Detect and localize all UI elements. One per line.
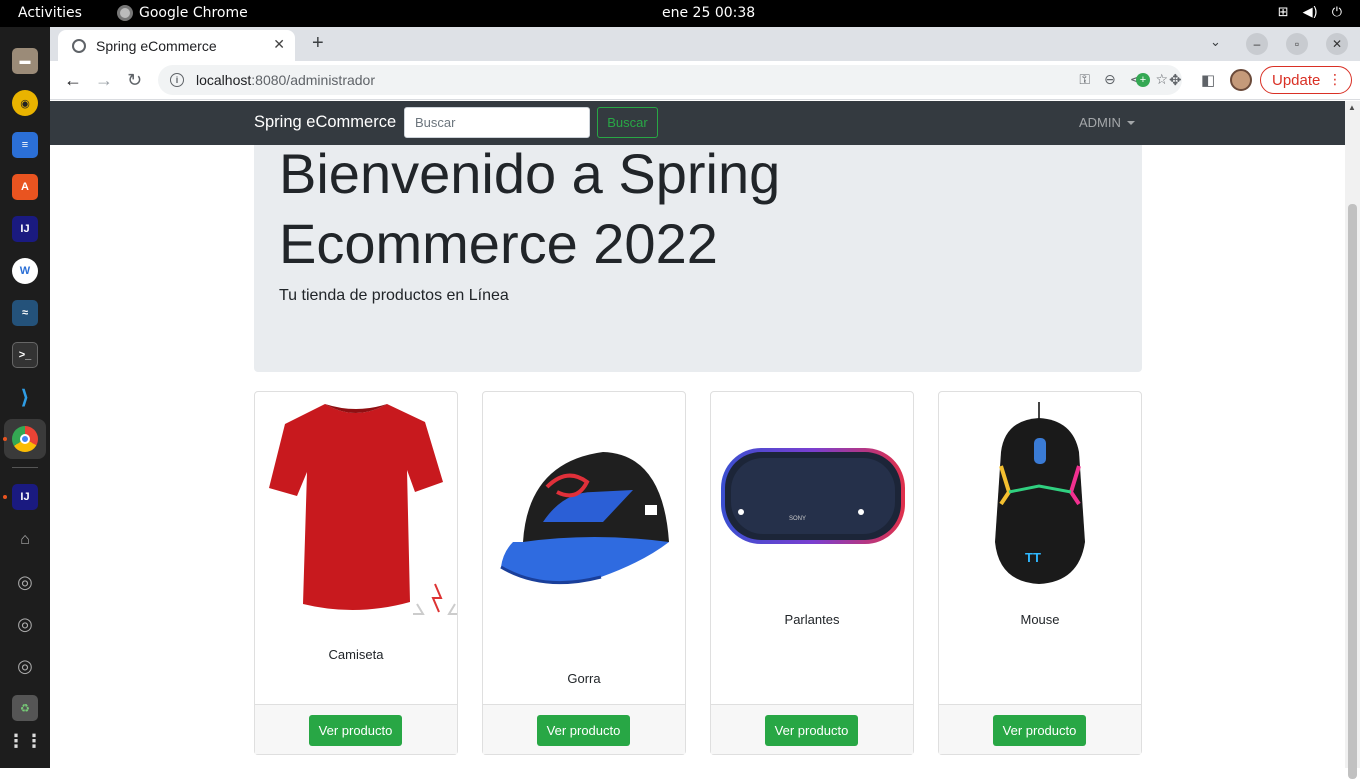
product-name: Gorra (567, 671, 601, 686)
files-icon[interactable]: ▬ (12, 48, 38, 74)
search-button[interactable]: Buscar (597, 107, 658, 138)
mysql-workbench-icon[interactable]: ≈ (12, 300, 38, 326)
update-label: Update (1272, 71, 1321, 89)
show-apps-icon[interactable]: ⋮⋮ (7, 728, 43, 754)
card-footer: Ver producto (939, 704, 1141, 754)
software-center-icon[interactable]: A (12, 174, 38, 200)
minimize-button[interactable]: – (1246, 33, 1268, 55)
system-top-bar: Activities Google Chrome ene 25 00:38 ⊞ … (0, 0, 1360, 27)
view-product-button[interactable]: Ver producto (765, 715, 858, 746)
tab-title: Spring eCommerce (96, 37, 217, 54)
url-path: :8080/administrador (251, 72, 376, 88)
activities-button[interactable]: Activities (18, 5, 82, 21)
address-bar[interactable]: i localhost:8080/administrador ⚿ ⊖ ⋖ ☆ (158, 65, 1182, 95)
chrome-icon (117, 5, 133, 21)
writer-icon[interactable]: ≡ (12, 132, 38, 158)
hero-title: Bienvenido a Spring Ecommerce 2022 (279, 142, 781, 275)
terminal-icon[interactable]: >_ (12, 342, 38, 368)
product-name: Parlantes (784, 612, 840, 627)
app-menu[interactable]: Google Chrome (117, 5, 248, 21)
page-scrollbar[interactable]: ▲ (1345, 101, 1360, 779)
scrollbar-thumb[interactable] (1348, 204, 1357, 779)
view-product-button[interactable]: Ver producto (993, 715, 1086, 746)
side-panel-icon[interactable]: ◧ (1201, 71, 1215, 89)
product-card: SONY Parlantes Ver producto (710, 391, 914, 755)
update-button[interactable]: Update ⋮ (1260, 66, 1352, 94)
view-product-button[interactable]: Ver producto (309, 715, 402, 746)
red-tshirt-icon (269, 404, 459, 615)
forward-arrow-icon[interactable]: → (95, 70, 113, 91)
view-product-button[interactable]: Ver producto (537, 715, 630, 746)
baseball-cap-icon (500, 452, 669, 585)
zoom-icon[interactable]: ⊖ (1104, 71, 1116, 88)
svg-text:TT: TT (1025, 550, 1041, 565)
kebab-menu-icon[interactable]: ⋮ (1328, 71, 1342, 88)
disc-icon[interactable]: ◎ (12, 653, 38, 679)
globe-icon (72, 38, 86, 53)
clock[interactable]: ene 25 00:38 (662, 5, 755, 21)
product-card: Camiseta Ver producto (254, 391, 459, 755)
extension-plus-icon[interactable]: + (1136, 73, 1150, 87)
caret-down-icon (1126, 120, 1135, 125)
usb-drive-icon[interactable]: ⌂ (12, 527, 38, 553)
product-card: Gorra Ver producto (482, 391, 686, 755)
search-input[interactable] (404, 107, 590, 138)
admin-label: ADMIN (1079, 115, 1121, 130)
extensions-puzzle-icon[interactable]: ✥ (1169, 71, 1182, 89)
page-viewport: Spring eCommerce Buscar ADMIN Bienvenido… (50, 101, 1345, 768)
profile-avatar[interactable] (1230, 69, 1252, 91)
vscode-icon[interactable]: ⟩ (12, 384, 38, 410)
app-menu-label: Google Chrome (139, 5, 248, 21)
rhythmbox-icon[interactable]: ◉ (12, 90, 38, 116)
bookmark-star-icon[interactable]: ☆ (1155, 71, 1168, 88)
hero-subtitle: Tu tienda de productos en Línea (279, 287, 509, 304)
svg-text:SONY: SONY (789, 516, 806, 522)
dock: ▬ ◉ ≡ A IJ W ≈ >_ ⟩ IJ ⌂ ◎ ◎ ◎ ♻ ⋮⋮ (0, 27, 50, 768)
disc-icon[interactable]: ◎ (12, 569, 38, 595)
volume-icon: ◀) (1302, 5, 1318, 20)
network-icon: ⊞ (1277, 5, 1289, 20)
trash-icon[interactable]: ♻ (12, 695, 38, 721)
chrome-dock-icon[interactable] (12, 426, 38, 452)
product-image[interactable] (255, 392, 459, 637)
product-name: Mouse (1020, 612, 1060, 627)
product-image[interactable] (483, 392, 685, 657)
reload-icon[interactable]: ↻ (127, 70, 142, 91)
product-name: Camiseta (328, 647, 384, 662)
browser-toolbar: ← → ↻ i localhost:8080/administrador ⚿ ⊖… (50, 61, 1360, 100)
product-image[interactable]: TT (939, 392, 1141, 607)
tab-strip: Spring eCommerce ✕ + ⌄ – ▫ ✕ (50, 27, 1360, 61)
gaming-mouse-icon: TT (995, 402, 1085, 584)
key-icon[interactable]: ⚿ (1079, 71, 1090, 88)
product-image[interactable]: SONY (711, 392, 913, 607)
power-icon: ⏻ (1331, 5, 1342, 20)
disc-icon[interactable]: ◎ (12, 611, 38, 637)
close-tab-icon[interactable]: ✕ (273, 36, 285, 53)
card-footer: Ver producto (711, 704, 913, 754)
bluetooth-speaker-icon: SONY (721, 448, 905, 544)
site-info-icon[interactable]: i (170, 73, 184, 87)
maximize-button[interactable]: ▫ (1286, 33, 1308, 55)
admin-dropdown[interactable]: ADMIN (1079, 115, 1135, 130)
intellij-icon[interactable]: IJ (12, 216, 38, 242)
close-window-button[interactable]: ✕ (1326, 33, 1348, 55)
webstorm-icon[interactable]: W (12, 258, 38, 284)
tab-spring-ecommerce[interactable]: Spring eCommerce ✕ (58, 30, 295, 61)
product-card: TT Mouse Ver producto (938, 391, 1142, 755)
back-arrow-icon[interactable]: ← (64, 70, 82, 91)
intellij-running-icon[interactable]: IJ (12, 484, 38, 510)
site-brand[interactable]: Spring eCommerce (254, 113, 396, 132)
scroll-up-arrow-icon[interactable]: ▲ (1348, 103, 1356, 112)
system-tray[interactable]: ⊞ ◀) ⏻ (1278, 5, 1342, 20)
url-host: localhost (196, 72, 252, 88)
new-tab-button[interactable]: + (312, 32, 324, 55)
hero-jumbotron: Bienvenido a Spring Ecommerce 2022 Tu ti… (254, 142, 1142, 372)
tab-search-chevron-icon[interactable]: ⌄ (1210, 34, 1221, 50)
card-footer: Ver producto (483, 704, 685, 754)
card-footer: Ver producto (255, 704, 457, 754)
